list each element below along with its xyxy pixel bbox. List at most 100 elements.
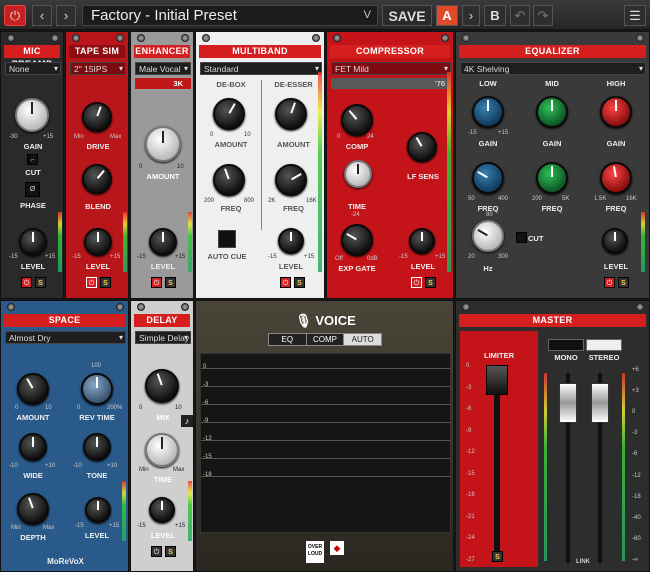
- enhancer-freq-display[interactable]: 3K: [135, 78, 191, 89]
- solo-button[interactable]: S: [425, 277, 436, 288]
- save-button[interactable]: SAVE: [382, 5, 432, 26]
- debox-freq-knob[interactable]: [213, 164, 245, 196]
- amount-knob[interactable]: [17, 373, 49, 405]
- compressor-model-select[interactable]: FET Mild: [331, 62, 451, 75]
- tab-auto[interactable]: AUTO: [343, 334, 382, 345]
- tone-knob[interactable]: [83, 433, 111, 461]
- amount-knob[interactable]: [145, 126, 181, 162]
- preset-selector[interactable]: Factory - Initial Preset V: [82, 5, 378, 26]
- limiter-fader-handle[interactable]: [486, 365, 508, 395]
- solo-button[interactable]: S: [165, 546, 176, 557]
- scale-label: -3: [466, 384, 472, 391]
- drive-knob[interactable]: [82, 102, 112, 132]
- mix-knob[interactable]: [145, 369, 179, 403]
- screw-icon: [116, 34, 124, 42]
- solo-button[interactable]: S: [618, 277, 629, 288]
- panel-title: MIC PREAMP: [4, 45, 60, 69]
- stereo-button[interactable]: [586, 339, 622, 351]
- time-value: -24: [351, 212, 360, 218]
- solo-button[interactable]: S: [294, 277, 305, 288]
- level-max-label: +15: [435, 254, 446, 260]
- mid-freq-knob[interactable]: [536, 162, 568, 194]
- tab-comp[interactable]: COMP: [305, 334, 344, 345]
- next-preset-button[interactable]: ›: [56, 5, 76, 26]
- solo-button[interactable]: S: [165, 277, 176, 288]
- b-button[interactable]: B: [484, 5, 506, 26]
- mono-button[interactable]: [548, 339, 584, 351]
- eq-mode-select[interactable]: 4K Shelving: [460, 62, 646, 75]
- multiband-mode-select[interactable]: Standard: [200, 62, 322, 75]
- scale-label: +3: [632, 388, 639, 395]
- level-knob[interactable]: [149, 228, 177, 256]
- blend-knob[interactable]: [82, 164, 112, 194]
- level-knob[interactable]: [409, 228, 435, 254]
- level-knob[interactable]: [85, 497, 111, 523]
- exp-gate-knob[interactable]: [341, 224, 373, 256]
- deesser-freq-label: FREQ: [283, 204, 304, 213]
- power-icon[interactable]: ⏻: [151, 546, 162, 557]
- wide-knob[interactable]: [19, 433, 47, 461]
- level-knob[interactable]: [84, 228, 112, 256]
- tape-type-select[interactable]: 2" 15IPS: [70, 62, 126, 75]
- lf-sens-knob[interactable]: [407, 132, 437, 162]
- level-knob[interactable]: [278, 228, 304, 254]
- screw-icon: [333, 34, 341, 42]
- mid-gain-label: GAIN: [542, 139, 562, 148]
- deesser-amount-knob[interactable]: [275, 98, 307, 130]
- deesser-freq-knob[interactable]: [275, 164, 307, 196]
- time-knob[interactable]: [344, 160, 372, 188]
- phase-icon[interactable]: Ø: [25, 182, 40, 197]
- screw-icon: [137, 34, 145, 42]
- gain-knob[interactable]: [15, 98, 49, 132]
- level-knob[interactable]: [602, 228, 628, 254]
- high-gain-knob[interactable]: [600, 96, 632, 128]
- screw-icon: [116, 303, 124, 311]
- cut-label: CUT: [25, 168, 41, 177]
- level-knob[interactable]: [149, 497, 175, 523]
- scale-label: -40: [632, 514, 641, 521]
- auto-cue-button[interactable]: [218, 230, 236, 248]
- space-preset-select[interactable]: Almost Dry: [5, 331, 126, 344]
- debox-label: DE-BOX: [216, 80, 246, 89]
- solo-button[interactable]: S: [35, 277, 46, 288]
- copy-arrow-button[interactable]: ›: [462, 5, 480, 26]
- comp-knob[interactable]: [341, 104, 373, 136]
- sync-note-icon[interactable]: ♪: [181, 415, 193, 427]
- low-cut-knob[interactable]: [472, 220, 504, 252]
- high-freq-knob[interactable]: [600, 162, 632, 194]
- power-icon[interactable]: ⏻: [86, 277, 97, 288]
- low-freq-knob[interactable]: [472, 162, 504, 194]
- delay-mode-select[interactable]: Simple Delay: [135, 331, 191, 344]
- power-icon[interactable]: ⏻: [411, 277, 422, 288]
- time-knob[interactable]: [145, 433, 179, 467]
- a-button[interactable]: A: [436, 5, 458, 26]
- mid-gain-knob[interactable]: [536, 96, 568, 128]
- rev-time-knob[interactable]: [81, 373, 113, 405]
- voice-graph: 0 -3 -6 -9 -12 -15 -18: [200, 353, 451, 533]
- power-icon[interactable]: ⏻: [280, 277, 291, 288]
- undo-icon[interactable]: ↶: [510, 5, 530, 26]
- prev-preset-button[interactable]: ‹: [32, 5, 52, 26]
- depth-knob[interactable]: [17, 493, 49, 525]
- tab-eq[interactable]: EQ: [269, 334, 306, 345]
- power-icon[interactable]: ⏻: [604, 277, 615, 288]
- scale-label: +6: [632, 367, 639, 373]
- low-gain-knob[interactable]: [472, 96, 504, 128]
- power-icon[interactable]: ⏻: [151, 277, 162, 288]
- power-icon[interactable]: ⏻: [21, 277, 32, 288]
- scale-label: -18: [466, 492, 475, 499]
- power-icon[interactable]: ⏻: [4, 5, 26, 26]
- enhancer-mode-select[interactable]: Male Vocal: [135, 62, 191, 75]
- cut-toggle[interactable]: [516, 232, 527, 243]
- limiter-solo-button[interactable]: S: [492, 551, 503, 562]
- scale-label: -27: [466, 556, 475, 563]
- debox-amount-knob[interactable]: [213, 98, 245, 130]
- output-fader-right[interactable]: [591, 383, 609, 423]
- output-fader-left[interactable]: [559, 383, 577, 423]
- redo-icon[interactable]: ↷: [533, 5, 553, 26]
- menu-icon[interactable]: ☰: [624, 5, 646, 26]
- cut-icon[interactable]: ⌐: [27, 154, 38, 165]
- mic-type-select[interactable]: None: [5, 62, 61, 75]
- level-knob[interactable]: [19, 228, 47, 256]
- solo-button[interactable]: S: [100, 277, 111, 288]
